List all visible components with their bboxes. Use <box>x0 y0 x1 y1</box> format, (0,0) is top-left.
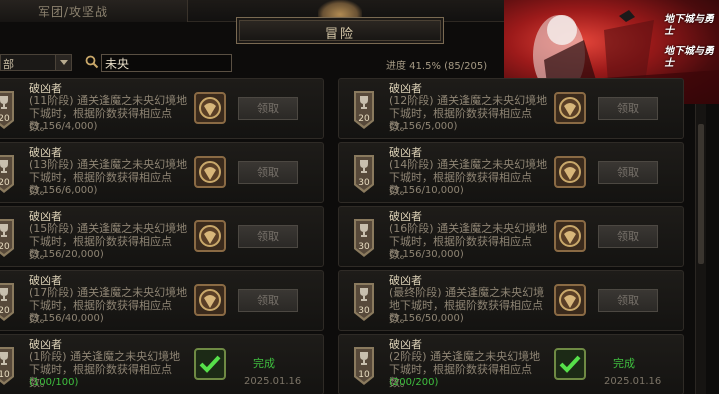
achievement-card: 30 破凶者 (14阶段) 通关逢魔之未央幻境地下城时，根据阶数获得相应点数。 … <box>338 142 684 203</box>
reward-medal-icon <box>194 92 226 124</box>
achievement-card: 20 破凶者 (15阶段) 通关逢魔之未央幻境地下城时，根据阶数获得相应点数。 … <box>0 206 324 267</box>
svg-text:10: 10 <box>0 370 10 380</box>
trophy-badge-icon: 20 <box>0 283 14 321</box>
claim-button[interactable]: 领取 <box>238 161 298 184</box>
svg-text:20: 20 <box>0 178 10 188</box>
trophy-badge-icon: 10 <box>354 347 374 385</box>
claim-button[interactable]: 领取 <box>598 289 658 312</box>
achievement-progress: (3,156/20,000) <box>29 249 104 260</box>
trophy-badge-icon: 30 <box>354 219 374 257</box>
svg-text:10: 10 <box>358 370 370 380</box>
page-title-plate: 冒险 <box>236 17 444 44</box>
scrollbar[interactable] <box>695 104 706 394</box>
banner-logo: 地下城与勇士 地下城与勇士 <box>664 14 714 69</box>
completion-date: 2025.01.16 <box>244 376 302 387</box>
trophy-badge-icon: 20 <box>354 91 374 129</box>
status-label: 完成 <box>253 357 275 370</box>
achievement-progress: (3,156/30,000) <box>389 249 464 260</box>
completed-check-icon <box>554 348 586 380</box>
page-title: 冒险 <box>324 27 355 42</box>
svg-text:30: 30 <box>358 178 370 188</box>
completed-check-icon <box>194 348 226 380</box>
reward-medal-icon <box>194 284 226 316</box>
trophy-badge-icon: 30 <box>354 283 374 321</box>
achievement-card: 10 破凶者 (2阶段) 通关逢魔之未央幻境地下城时，根据阶数获得相应点数。 (… <box>338 334 684 394</box>
achievement-progress: (100/100) <box>29 377 79 388</box>
achievement-progress: (3,156/5,000) <box>389 121 458 132</box>
search-input[interactable] <box>101 54 232 72</box>
trophy-badge-icon: 10 <box>0 347 14 385</box>
title-ornament <box>318 0 362 18</box>
reward-medal-icon <box>194 156 226 188</box>
svg-text:20: 20 <box>358 114 370 124</box>
achievement-card: 30 破凶者 (16阶段) 通关逢魔之未央幻境地下城时，根据阶数获得相应点数。 … <box>338 206 684 267</box>
scrollbar-thumb[interactable] <box>698 124 704 264</box>
trophy-badge-icon: 30 <box>354 155 374 193</box>
claim-button[interactable]: 领取 <box>238 97 298 120</box>
claim-button[interactable]: 领取 <box>598 225 658 248</box>
progress-text: 进度 41.5% (85/205) <box>386 61 488 72</box>
achievement-card: 20 破凶者 (11阶段) 通关逢魔之未央幻境地下城时，根据阶数获得相应点数。 … <box>0 78 324 139</box>
svg-text:20: 20 <box>0 242 10 252</box>
claim-button[interactable]: 领取 <box>238 289 298 312</box>
achievement-progress: (3,156/10,000) <box>389 185 464 196</box>
claim-button[interactable]: 领取 <box>598 97 658 120</box>
achievement-card: 20 破凶者 (13阶段) 通关逢魔之未央幻境地下城时，根据阶数获得相应点数。 … <box>0 142 324 203</box>
reward-medal-icon <box>554 156 586 188</box>
claim-button[interactable]: 领取 <box>238 225 298 248</box>
achievement-progress: (200/200) <box>389 377 439 388</box>
status-label: 完成 <box>613 357 635 370</box>
trophy-badge-icon: 20 <box>0 219 14 257</box>
svg-text:20: 20 <box>0 114 10 124</box>
svg-text:30: 30 <box>358 242 370 252</box>
category-select-value: 部 <box>3 58 14 71</box>
reward-medal-icon <box>554 220 586 252</box>
achievement-progress: (3,156/40,000) <box>29 313 104 324</box>
claim-button[interactable]: 领取 <box>598 161 658 184</box>
achievement-progress: (3,156/50,000) <box>389 313 464 324</box>
reward-medal-icon <box>554 284 586 316</box>
search-icon <box>85 55 99 69</box>
tab-label: 军团/攻坚战 <box>38 5 109 19</box>
tab-legion-siege[interactable]: 军团/攻坚战 <box>0 0 188 22</box>
svg-text:30: 30 <box>358 306 370 316</box>
trophy-badge-icon: 20 <box>0 155 14 193</box>
trophy-badge-icon: 20 <box>0 91 14 129</box>
achievement-card: 20 破凶者 (17阶段) 通关逢魔之未央幻境地下城时，根据阶数获得相应点数。 … <box>0 270 324 331</box>
achievement-progress: (3,156/6,000) <box>29 185 98 196</box>
achievement-progress: (3,156/4,000) <box>29 121 98 132</box>
chevron-down-icon[interactable] <box>55 55 71 70</box>
category-select[interactable]: 部 <box>0 54 72 71</box>
completion-date: 2025.01.16 <box>604 376 662 387</box>
reward-medal-icon <box>554 92 586 124</box>
achievement-card: 10 破凶者 (1阶段) 通关逢魔之未央幻境地下城时，根据阶数获得相应点数。 (… <box>0 334 324 394</box>
achievement-card: 20 破凶者 (12阶段) 通关逢魔之未央幻境地下城时，根据阶数获得相应点数。 … <box>338 78 684 139</box>
reward-medal-icon <box>194 220 226 252</box>
svg-text:20: 20 <box>0 306 10 316</box>
achievement-card: 30 破凶者 (最终阶段) 通关逢魔之未央幻境地下城时，根据阶数获得相应点数。 … <box>338 270 684 331</box>
